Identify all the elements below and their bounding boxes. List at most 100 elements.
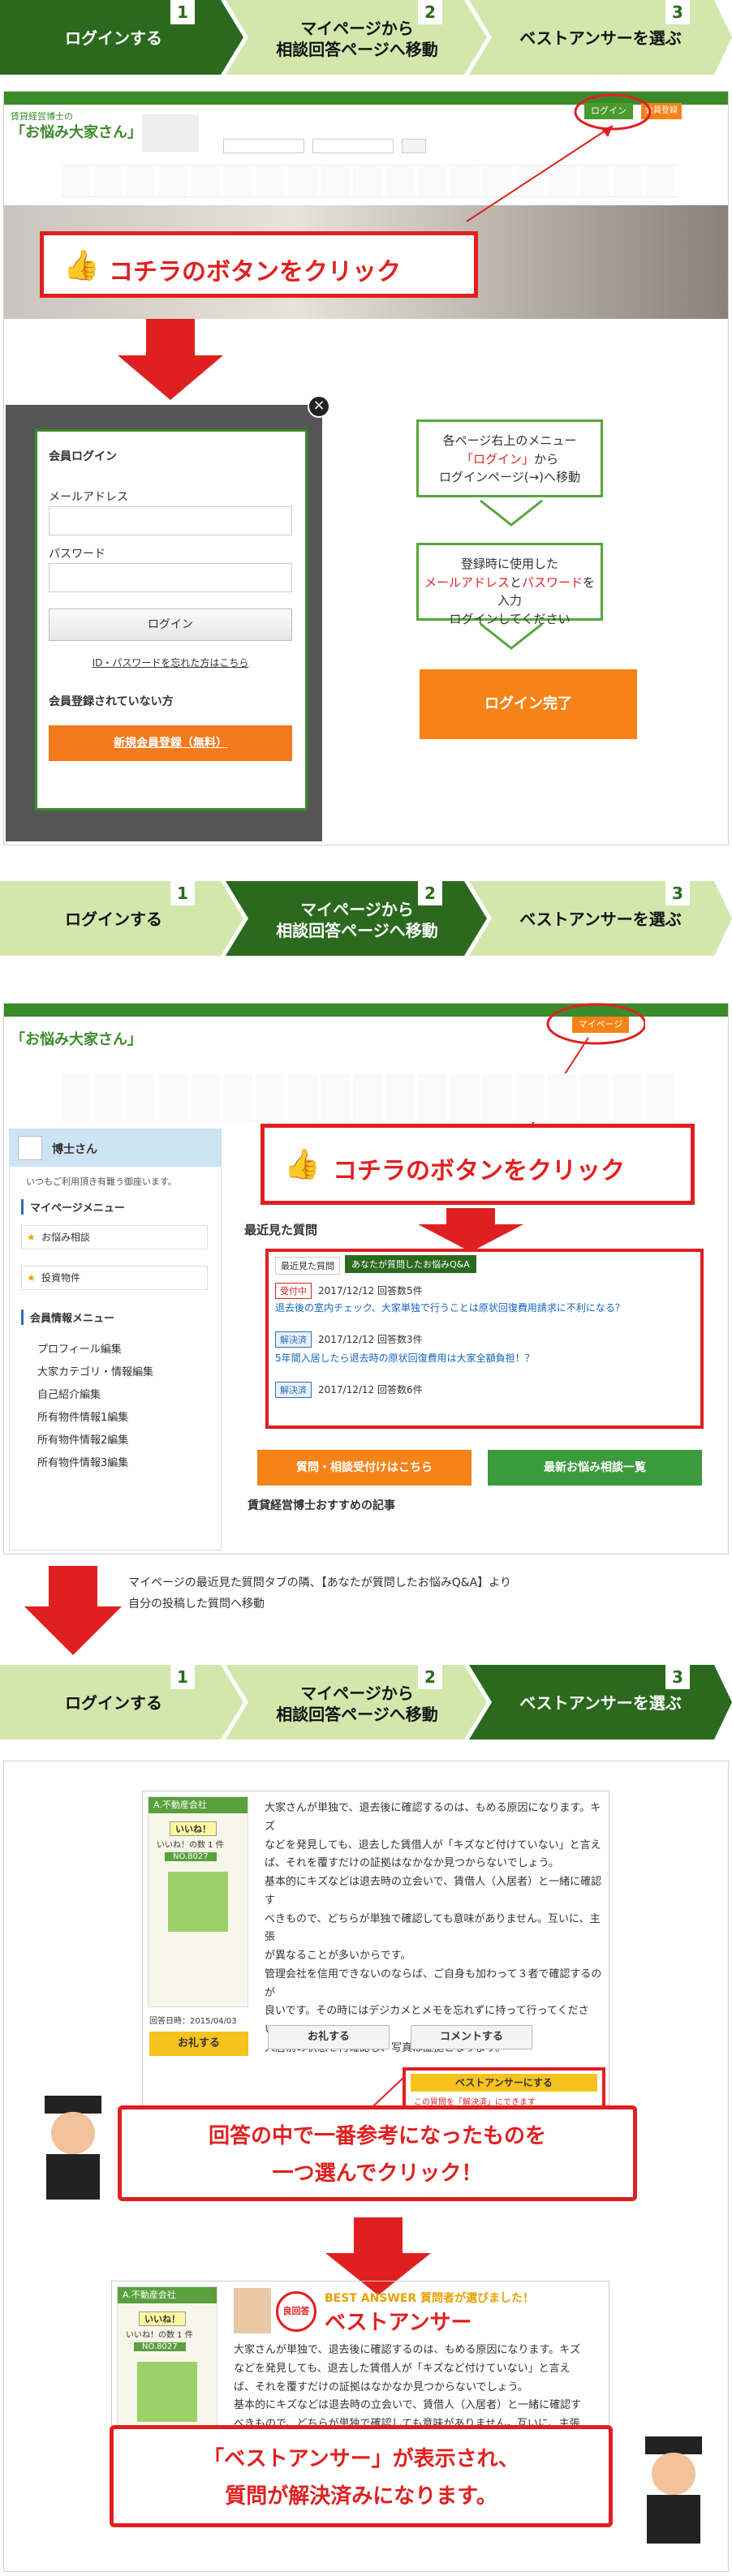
user-header: 博士さん bbox=[10, 1129, 221, 1167]
email-label: メールアドレス bbox=[49, 491, 128, 504]
step-instruction-1: 各ページ右上のメニュー 「ログイン」から ログインページ(→)へ移動 bbox=[416, 419, 603, 497]
step-label-login: ログインする bbox=[65, 910, 162, 929]
search-input[interactable] bbox=[223, 139, 304, 153]
best-answer-section-panel: A.不動産会社 いいね！ いいね！の数 1 件 NO.8027 回答日時：201… bbox=[3, 1761, 729, 2572]
tab-recent[interactable]: 最近見た質問 bbox=[275, 1257, 340, 1275]
question-list: 最近見た質問 あなたが質問したお悩みQ&A 受付中 2017/12/12 回答数5… bbox=[265, 1249, 704, 1429]
member-item[interactable]: 自己紹介編集 bbox=[37, 1386, 101, 1401]
member-item[interactable]: プロフィール編集 bbox=[37, 1340, 122, 1356]
step-label-login: ログインする bbox=[65, 28, 162, 48]
login-button[interactable]: ログイン bbox=[49, 609, 292, 641]
login-complete-label: ログイン完了 bbox=[420, 669, 637, 739]
step-number: 1 bbox=[170, 0, 195, 24]
recommend-title: 賃貸経営博士おすすめの記事 bbox=[248, 1499, 395, 1512]
note-line: 自分の投稿した質問へ移動 bbox=[128, 1598, 265, 1611]
thanks-button[interactable]: お礼する bbox=[149, 2032, 248, 2056]
step-label-best: ベストアンサーを選ぶ bbox=[519, 910, 682, 929]
login-modal: 会員ログイン メールアドレス パスワード ログイン ID・パスワードを忘れた方は… bbox=[35, 429, 308, 811]
finger-pointing-icon: 👍 bbox=[63, 249, 100, 282]
comment-button[interactable]: コメントする bbox=[411, 2025, 532, 2049]
star-icon: ★ bbox=[27, 1232, 36, 1243]
login-modal-overlay: × 会員ログイン メールアドレス パスワード ログイン ID・パスワードを忘れた… bbox=[6, 395, 330, 841]
finger-pointing-icon: 👍 bbox=[284, 1148, 321, 1181]
user-name: 博士さん bbox=[52, 1143, 97, 1156]
thanks-button-2[interactable]: お礼する bbox=[268, 2025, 390, 2049]
mypage-menu-title: マイページメニュー bbox=[21, 1199, 125, 1215]
best-answer-caption: BEST ANSWER 質問者が選びました！ bbox=[325, 2292, 535, 2305]
list-item[interactable]: 解決済 2017/12/12 回答数3件 bbox=[275, 1331, 423, 1348]
company-name: A.不動産会社 bbox=[149, 1797, 248, 1813]
step-number: 3 bbox=[665, 1665, 690, 1689]
forgot-password-link[interactable]: ID・パスワードを忘れた方はこちら bbox=[49, 656, 292, 669]
iine-badge: いいね！ bbox=[139, 2312, 186, 2326]
menu-item-consult[interactable]: ★ お悩み相談 bbox=[21, 1225, 208, 1249]
step-number: 3 bbox=[665, 0, 690, 24]
chevron-down-icon bbox=[480, 622, 543, 650]
hakase-character bbox=[28, 2096, 118, 2201]
menu-item-investment[interactable]: ★ 投資物件 bbox=[21, 1266, 208, 1290]
chevron-down-icon bbox=[480, 499, 543, 527]
member-menu-title: 会員情報メニュー bbox=[21, 1310, 114, 1325]
result-callout: 「ベストアンサー」が表示され、 質問が解決済みになります。 bbox=[110, 2425, 613, 2527]
modal-title: 会員ログイン bbox=[49, 450, 117, 463]
latest-list-button[interactable]: 最新お悩み相談一覧 bbox=[488, 1450, 702, 1486]
step-label-mypage: マイページから 相談回答ページへ移動 bbox=[276, 900, 438, 940]
down-arrow-icon bbox=[418, 1208, 523, 1252]
instruction-callout: 回答の中で一番参考になったものを 一つ選んでクリック！ bbox=[118, 2105, 637, 2201]
mortarboard-icon bbox=[645, 2436, 702, 2454]
step-label-mypage: マイページから 相談回答ページへ移動 bbox=[276, 19, 438, 59]
iine-count: いいね！の数 1 件 bbox=[126, 2331, 193, 2340]
mypage-section-panel: 「お悩み大家さん」 マイページ 博士さん いつもご利用頂き有難う御座います。 マ… bbox=[3, 1003, 729, 1555]
avatar bbox=[18, 1136, 42, 1160]
down-arrow-icon bbox=[24, 1566, 122, 1655]
password-label: パスワード bbox=[49, 548, 105, 561]
best-answer-button[interactable]: ベストアンサーにする bbox=[411, 2074, 597, 2092]
member-item[interactable]: 所有物件情報1編集 bbox=[37, 1408, 128, 1424]
best-answer-title: ベストアンサー bbox=[325, 2311, 472, 2335]
answer-card: A.不動産会社 いいね！ いいね！の数 1 件 NO.8027 回答日時：201… bbox=[142, 1791, 609, 2123]
list-item[interactable]: 解決済 2017/12/12 回答数6件 bbox=[275, 1382, 423, 1398]
search-button[interactable] bbox=[402, 139, 426, 153]
best-answer-body: 大家さんが単独で、退去後に確認するのは、もめる原因になります。キズ などを発見して… bbox=[234, 2344, 582, 2430]
tab-my-questions[interactable]: あなたが質問したお悩みQ&A bbox=[345, 1255, 476, 1273]
member-item[interactable]: 所有物件情報3編集 bbox=[37, 1454, 128, 1469]
step-bar-1: 1 2 3 ログインする マイページから 相談回答ページへ移動 ベストアンサーを… bbox=[0, 0, 732, 75]
welcome-text: いつもご利用頂き有難う御座います。 bbox=[26, 1176, 177, 1187]
member-item[interactable]: 所有物件情報2編集 bbox=[37, 1431, 128, 1447]
answer-date: 回答日時：2015/04/03 bbox=[149, 2017, 237, 2026]
close-icon[interactable]: × bbox=[308, 395, 330, 418]
recent-title: 最近見た質問 bbox=[244, 1223, 318, 1237]
not-registered-label: 会員登録されていない方 bbox=[49, 695, 174, 708]
iine-count: いいね！の数 1 件 bbox=[157, 1841, 224, 1850]
search-input-2[interactable] bbox=[312, 139, 394, 153]
graduation-cap-icon bbox=[137, 2362, 197, 2422]
list-item[interactable]: 受付中 2017/12/12 回答数5件 bbox=[275, 1283, 423, 1299]
ask-question-button[interactable]: 質問・相談受付けはこちら bbox=[257, 1450, 471, 1486]
step-label-mypage: マイページから 相談回答ページへ移動 bbox=[276, 1684, 438, 1724]
company-name: A.不動産会社 bbox=[118, 2287, 217, 2303]
step-label-best: ベストアンサーを選ぶ bbox=[519, 28, 682, 48]
click-here-callout: 👍 コチラのボタンをクリック bbox=[40, 231, 478, 298]
site-logo: 「お悩み大家さん」 bbox=[11, 1031, 142, 1048]
step-bar-3: 1 2 3 ログインする マイページから 相談回答ページへ移動 ベストアンサーを… bbox=[0, 1665, 732, 1740]
answerer-profile: A.不動産会社 いいね！ いいね！の数 1 件 NO.8027 bbox=[148, 1796, 248, 2007]
graduation-cap-icon bbox=[168, 1872, 228, 1932]
email-field[interactable] bbox=[49, 506, 292, 535]
step-instruction-2: 登録時に使用した メールアドレスとパスワードを入力 ログインしてください bbox=[416, 543, 603, 626]
note-line: マイページの最近見た質問タブの隣、【あなたが質問したお悩みQ&A】より bbox=[128, 1576, 511, 1589]
question-link[interactable]: 退去後の室内チェック、大家単独で行うことは原状回復費用請求に不利になる？ bbox=[275, 1301, 625, 1314]
answerer-profile: A.不動産会社 いいね！ いいね！の数 1 件 NO.8027 bbox=[117, 2286, 217, 2449]
step-number: 1 bbox=[170, 1665, 195, 1689]
member-item[interactable]: 大家カテゴリ・情報編集 bbox=[37, 1363, 153, 1378]
register-button[interactable]: 新規会員登録（無料） bbox=[49, 725, 292, 761]
step-number: 1 bbox=[170, 881, 195, 905]
category-nav[interactable] bbox=[61, 1073, 678, 1122]
site-logo: 「お悩み大家さん」 bbox=[11, 124, 142, 141]
step-label-best: ベストアンサーを選ぶ bbox=[519, 1693, 682, 1713]
password-field[interactable] bbox=[49, 563, 292, 592]
answer-body: 大家さんが単独で、退去後に確認するのは、もめる原因になります。キズ などを発見して… bbox=[265, 1802, 602, 2054]
step-bar-2: 1 2 3 ログインする マイページから 相談回答ページへ移動 ベストアンサーを… bbox=[0, 881, 732, 956]
mortarboard-icon bbox=[45, 2096, 101, 2114]
star-icon: ★ bbox=[27, 1272, 36, 1284]
question-link[interactable]: 5年間入居したら退去時の原状回復費用は大家全額負担！？ bbox=[275, 1351, 535, 1365]
